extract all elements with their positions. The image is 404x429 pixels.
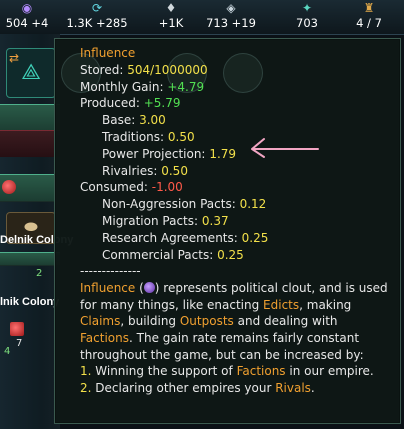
monthly-gain-value: +4.79 — [167, 79, 205, 94]
consumed-value: -1.00 — [151, 180, 183, 195]
alert-bar[interactable] — [0, 130, 60, 157]
alloys-icon: ✦ — [301, 1, 313, 15]
traditions-label: Traditions: — [102, 129, 165, 144]
desc-text: and dealing with — [233, 314, 338, 329]
desc-outposts-term: Outposts — [179, 314, 234, 329]
commercial-pacts-label: Commercial Pacts: — [102, 247, 214, 262]
minerals-icon: ♦ — [165, 1, 177, 15]
research-agreements-label: Research Agreements: — [102, 230, 238, 245]
list-number: 2. — [80, 380, 92, 395]
desc-rivals-term: Rivals — [275, 380, 311, 395]
desc-text: , making — [299, 297, 352, 312]
influence-icon — [143, 282, 155, 294]
produced-value: +5.79 — [143, 96, 181, 111]
non-aggression-value: 0.12 — [239, 197, 267, 212]
amenities-value: 4 / 7 — [356, 16, 382, 30]
migration-label: Migration Pacts: — [102, 213, 199, 228]
base-value: 3.00 — [139, 113, 166, 128]
influence-icon: ◉ — [21, 1, 33, 15]
stored-value: 504/1000000 — [127, 62, 208, 77]
produced-rivalries-row: Rivalries: 0.50 — [80, 163, 394, 180]
alert-icon — [10, 322, 24, 336]
amenities-icon: ♜ — [363, 1, 375, 15]
desc-factions-term: Factions — [236, 364, 286, 379]
desc-claims-term: Claims — [80, 314, 121, 329]
rivalries-label: Rivalries: — [102, 163, 158, 178]
base-label: Base: — [102, 113, 136, 128]
tooltip-content: Influence Stored: 504/1000000 Monthly Ga… — [80, 45, 394, 396]
power-projection-label: Power Projection: — [102, 146, 206, 161]
amenities-resource[interactable]: ♜ 4 / 7 — [334, 0, 404, 34]
colony-count: 2 — [36, 268, 43, 279]
non-aggression-label: Non-Aggression Pacts: — [102, 197, 236, 212]
alloys-value: 703 — [296, 16, 318, 30]
migration-value: 0.37 — [201, 213, 229, 228]
list-text: Declaring other empires your — [91, 380, 276, 395]
consumed-label: Consumed: — [80, 180, 148, 195]
unity-value: 713 +19 — [206, 16, 256, 30]
annotation-arrow-icon — [251, 138, 319, 158]
monthly-gain-label: Monthly Gain: — [80, 79, 164, 94]
resource-bar: ◉ 504 +4 ⟳ 1.3K +285 ♦ +1K ◈ 713 +19 ✦ 7… — [0, 0, 404, 35]
research-agreements-value: 0.25 — [241, 230, 269, 245]
colony-label-2: lnik Colony — [0, 296, 60, 308]
stored-row: Stored: 504/1000000 — [80, 62, 394, 79]
consumed-row: Consumed: -1.00 — [80, 179, 394, 196]
planet-bar[interactable] — [0, 104, 60, 132]
monthly-gain-row: Monthly Gain: +4.79 — [80, 79, 394, 96]
energy-icon: ⟳ — [91, 1, 103, 15]
stored-label: Stored: — [80, 62, 124, 77]
desc-edicts-term: Edicts — [263, 297, 300, 312]
list-number: 1. — [80, 364, 92, 379]
list-text: in our empire. — [285, 364, 374, 379]
consumed-nap-row: Non-Aggression Pacts: 0.12 — [80, 196, 394, 213]
tooltip-title: Influence — [80, 46, 136, 60]
list-text: . — [310, 380, 315, 395]
desc-influence-term: Influence — [80, 281, 136, 296]
influence-description: Influence () represents political clout,… — [80, 280, 394, 363]
alert-count-1: 4 — [4, 346, 11, 357]
consumed-research-row: Research Agreements: 0.25 — [80, 230, 394, 247]
produced-row: Produced: +5.79 — [80, 95, 394, 112]
fleet-tile[interactable]: ⇄ ⟁ — [6, 48, 56, 98]
commercial-pacts-value: 0.25 — [217, 247, 244, 262]
energy-resource[interactable]: ⟳ 1.3K +285 — [62, 0, 132, 34]
consumed-commercial-row: Commercial Pacts: 0.25 — [80, 247, 394, 264]
influence-tooltip: Influence Stored: 504/1000000 Monthly Ga… — [54, 38, 401, 424]
alert-count-2: 7 — [16, 338, 23, 349]
red-orb-icon-2 — [2, 180, 16, 194]
unity-icon: ◈ — [226, 1, 236, 15]
separator: -------------- — [80, 264, 141, 279]
unity-resource[interactable]: ◈ 713 +19 — [196, 0, 266, 34]
produced-base-row: Base: 3.00 — [80, 112, 394, 129]
influence-resource[interactable]: ◉ 504 +4 — [0, 0, 62, 34]
produced-power-projection-row: Power Projection: 1.79 — [80, 146, 394, 163]
produced-traditions-row: Traditions: 0.50 — [80, 129, 394, 146]
left-panel: ⇄ ⟁ ⬬ Delnik Colony 2 lnik Colony 4 7 — [0, 34, 73, 429]
list-text: Winning the support of — [91, 364, 237, 379]
influence-value: 504 +4 — [5, 16, 49, 30]
increase-item-1: 1. Winning the support of Factions in ou… — [80, 363, 394, 380]
alloys-resource[interactable]: ✦ 703 — [272, 0, 342, 34]
power-projection-value: 1.79 — [209, 146, 237, 161]
produced-label: Produced: — [80, 96, 140, 111]
increase-item-2: 2. Declaring other empires your Rivals. — [80, 380, 394, 397]
desc-text: , building — [120, 314, 180, 329]
consumed-migration-row: Migration Pacts: 0.37 — [80, 213, 394, 230]
colony-bar — [0, 252, 60, 266]
ship-icon: ⟁ — [21, 60, 41, 85]
desc-factions-term: Factions — [80, 330, 129, 345]
rivalries-value: 0.50 — [161, 163, 188, 178]
desc-text: ( — [135, 281, 144, 296]
energy-value: 1.3K +285 — [66, 16, 128, 30]
traditions-value: 0.50 — [167, 129, 195, 144]
